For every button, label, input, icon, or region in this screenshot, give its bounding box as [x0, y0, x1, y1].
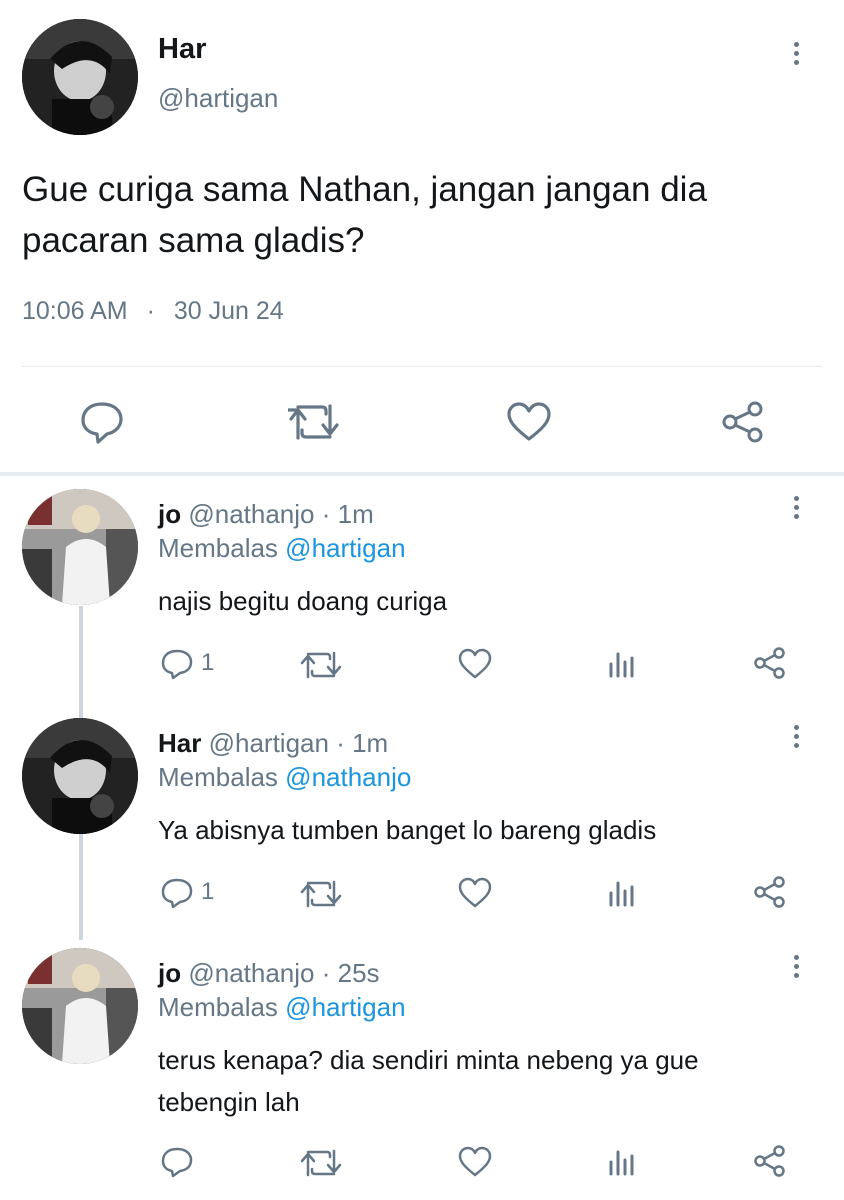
reply-icon[interactable] — [160, 648, 194, 680]
more-options-icon[interactable] — [790, 955, 802, 978]
separator-dot: · — [146, 297, 155, 325]
avatar-har[interactable] — [22, 718, 138, 834]
retweet-icon[interactable] — [300, 650, 342, 680]
separator-dot: · — [336, 728, 345, 758]
more-options-icon[interactable] — [790, 496, 802, 519]
reply-icon[interactable] — [79, 400, 125, 444]
tweet-time: 10:06 AM — [22, 297, 128, 325]
reply-author-name[interactable]: jo — [158, 499, 181, 529]
reply-text: Ya abisnya tumben banget lo bareng gladi… — [158, 815, 657, 845]
like-icon[interactable] — [458, 648, 492, 680]
reply-age: 1m — [337, 499, 374, 529]
reply-text-line-2: tebengin lah — [158, 1087, 300, 1117]
analytics-icon[interactable] — [607, 879, 637, 907]
replying-to: Membalas @hartigan — [158, 992, 406, 1023]
avatar-jo[interactable] — [22, 948, 138, 1064]
reply-author-handle[interactable]: @hartigan — [209, 728, 329, 758]
avatar-jo[interactable] — [22, 489, 138, 605]
replying-to-prefix: Membalas — [158, 762, 278, 792]
avatar-har[interactable] — [22, 19, 138, 135]
more-options-icon[interactable] — [790, 42, 802, 65]
retweet-icon[interactable] — [288, 402, 340, 442]
reply-icon[interactable] — [160, 1146, 194, 1178]
divider — [22, 366, 822, 367]
retweet-icon[interactable] — [300, 1148, 342, 1178]
like-icon[interactable] — [458, 1146, 492, 1178]
reply-age: 1m — [352, 728, 389, 758]
tweet-timestamp: 10:06 AM · 30 Jun 24 — [22, 297, 284, 326]
analytics-icon[interactable] — [607, 650, 637, 678]
author-handle[interactable]: @hartigan — [158, 83, 278, 114]
author-name[interactable]: Har — [158, 33, 206, 66]
reply-count: 1 — [201, 878, 215, 905]
more-options-icon[interactable] — [790, 725, 802, 748]
reply-count: 1 — [201, 649, 215, 676]
reply-header: jo @nathanjo · 1m — [158, 499, 374, 530]
reply-header: Har @hartigan · 1m — [158, 728, 388, 759]
share-icon[interactable] — [752, 875, 788, 909]
replying-to: Membalas @hartigan — [158, 533, 406, 564]
like-icon[interactable] — [458, 877, 492, 909]
reply-author-name[interactable]: Har — [158, 728, 201, 758]
section-separator — [0, 472, 844, 476]
reply-header: jo @nathanjo · 25s — [158, 958, 380, 989]
replying-to-prefix: Membalas — [158, 533, 278, 563]
separator-dot: · — [321, 958, 331, 988]
reply-text: najis begitu doang curiga — [158, 586, 448, 616]
tweet-date: 30 Jun 24 — [173, 297, 284, 325]
replying-to-handle[interactable]: @hartigan — [285, 533, 405, 563]
replying-to-prefix: Membalas — [158, 992, 278, 1022]
reply-author-handle[interactable]: @nathanjo — [188, 958, 314, 988]
replying-to: Membalas @nathanjo — [158, 762, 411, 793]
reply-icon[interactable] — [160, 877, 194, 909]
reply-age: 25s — [337, 958, 380, 988]
replying-to-handle[interactable]: @nathanjo — [285, 762, 411, 792]
reply-author-name[interactable]: jo — [158, 958, 181, 988]
share-icon[interactable] — [752, 646, 788, 680]
share-icon[interactable] — [720, 400, 766, 444]
reply-text-line-1: terus kenapa? dia sendiri minta nebeng y… — [158, 1045, 699, 1075]
analytics-icon[interactable] — [607, 1148, 637, 1176]
separator-dot: · — [321, 499, 331, 529]
retweet-icon[interactable] — [300, 879, 342, 909]
share-icon[interactable] — [752, 1144, 788, 1178]
like-icon[interactable] — [506, 401, 552, 443]
reply-author-handle[interactable]: @nathanjo — [188, 499, 314, 529]
tweet-text: Gue curiga sama Nathan, jangan jangan di… — [22, 170, 707, 260]
replying-to-handle[interactable]: @hartigan — [285, 992, 405, 1022]
